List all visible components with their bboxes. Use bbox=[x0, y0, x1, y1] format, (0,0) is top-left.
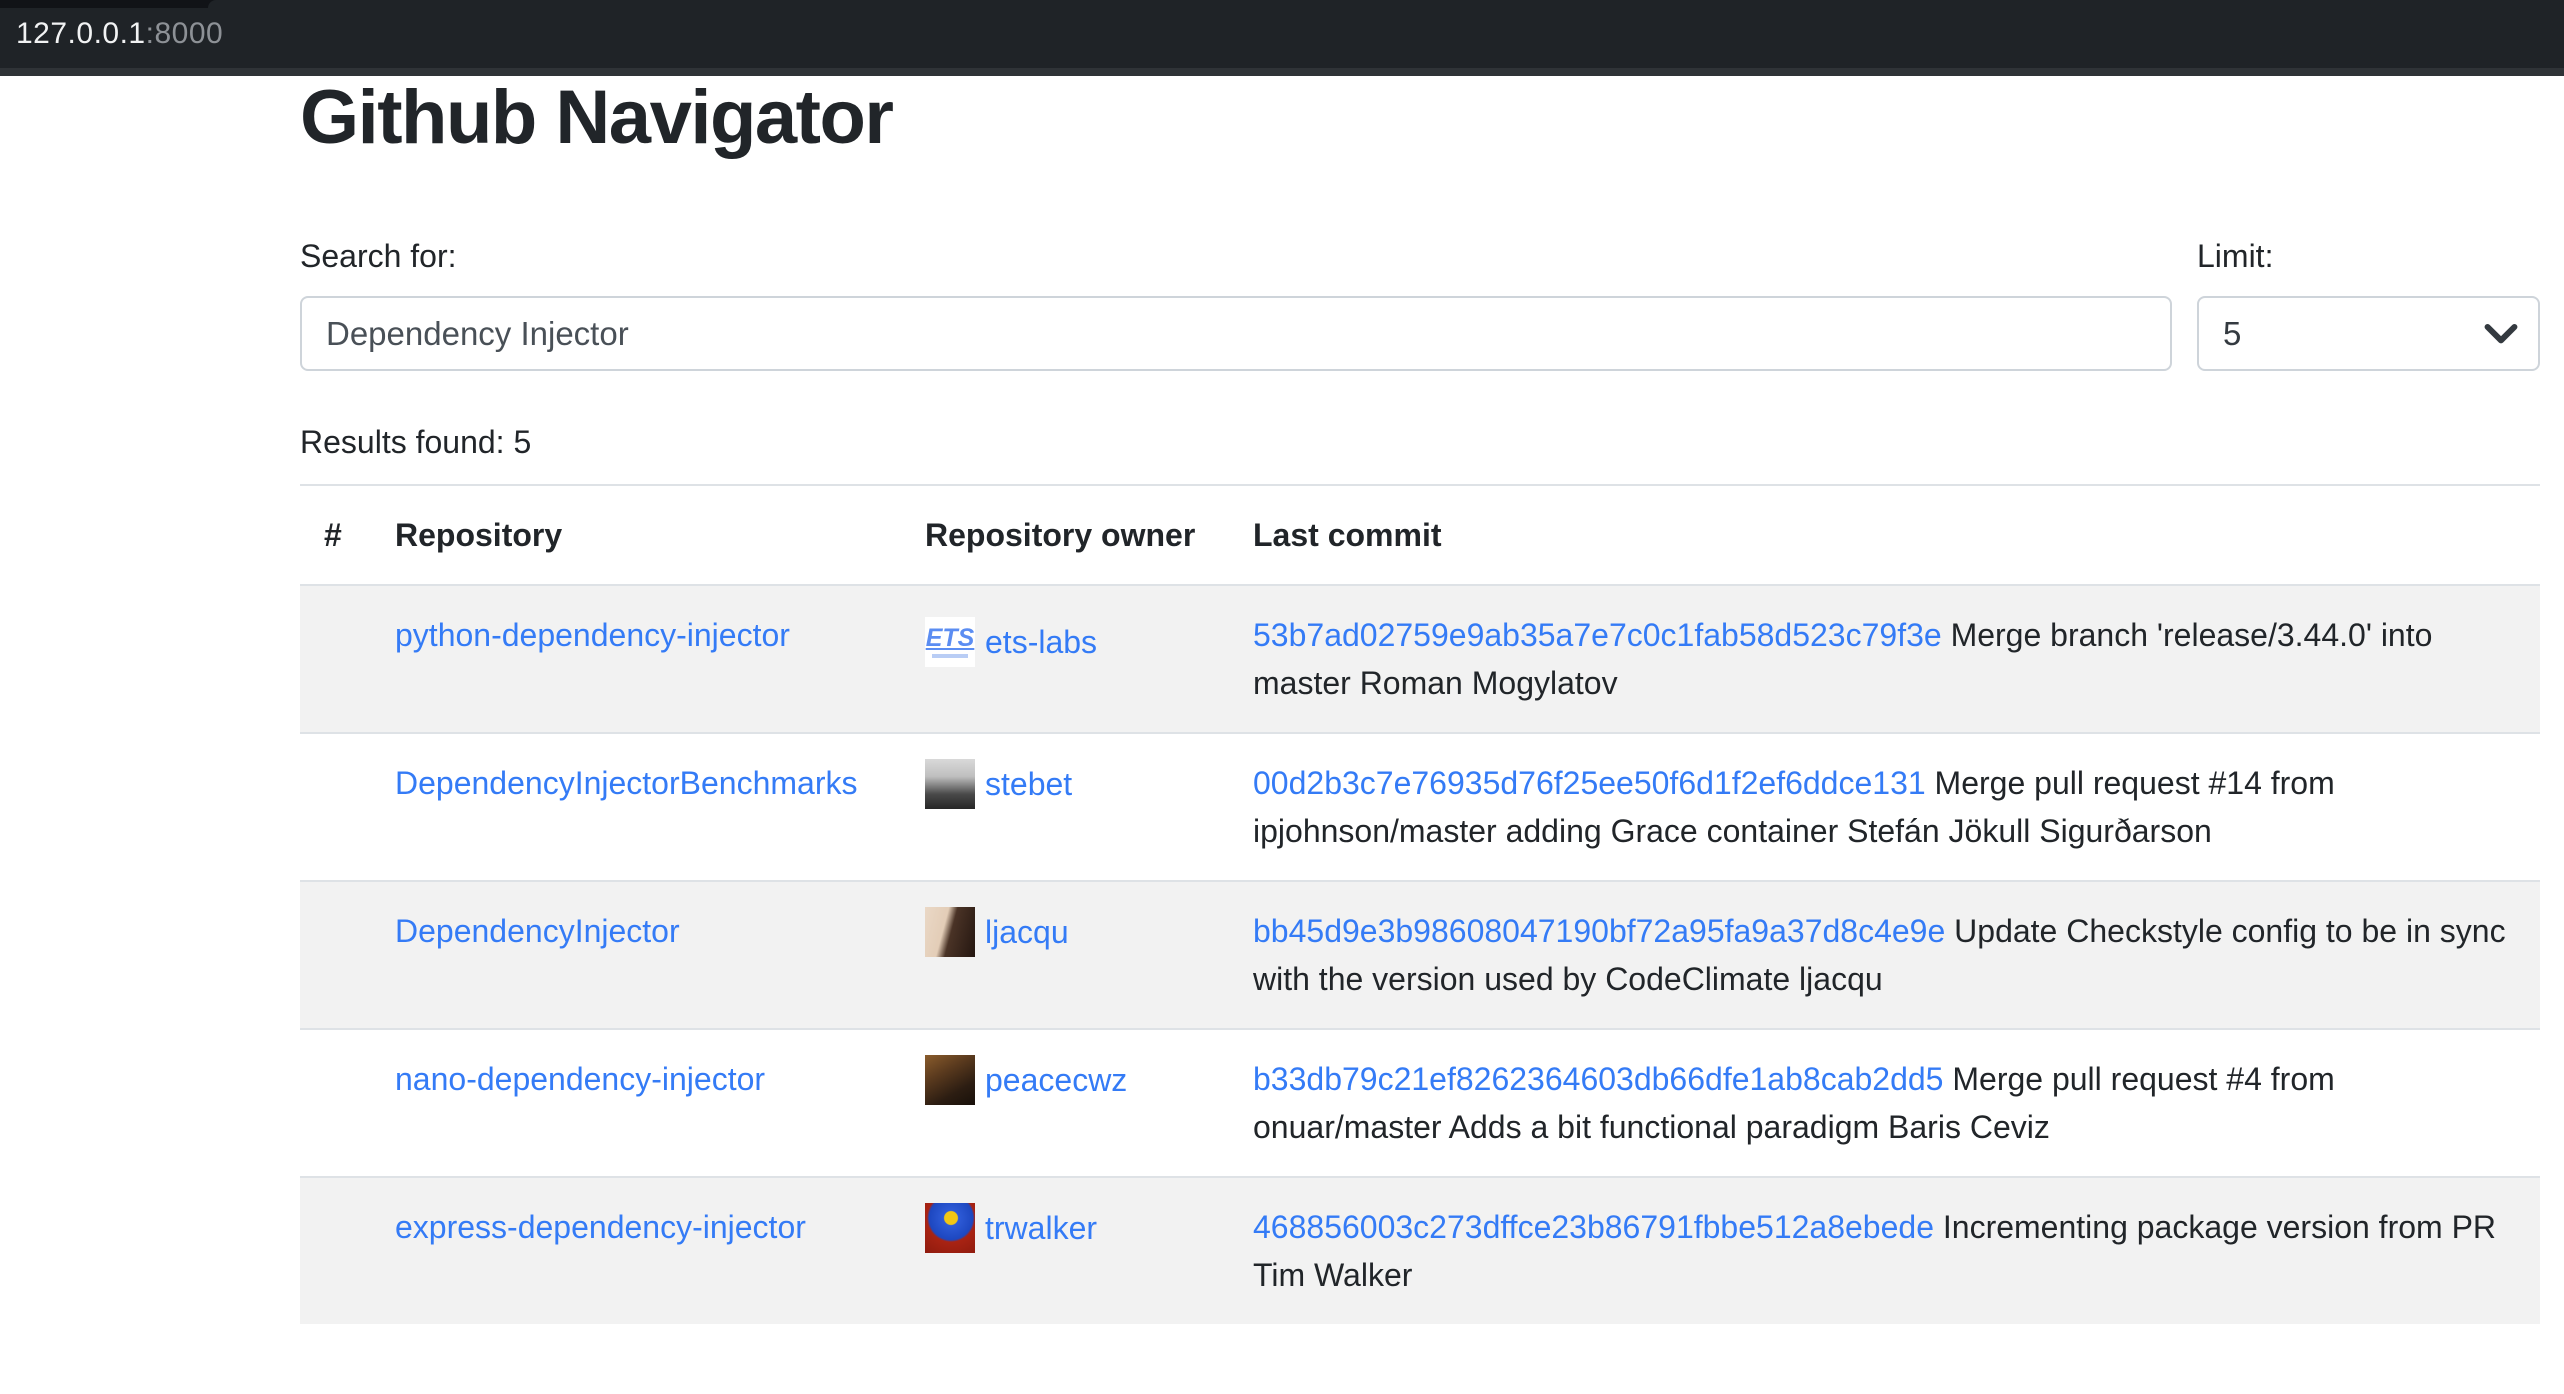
search-input[interactable] bbox=[300, 296, 2172, 371]
table-row: DependencyInjector ljacqu bb45d9e3b98608… bbox=[300, 881, 2540, 1029]
commit-hash-link[interactable]: b33db79c21ef8262364603db66dfe1ab8cab2dd5 bbox=[1253, 1061, 1943, 1097]
col-header-commit: Last commit bbox=[1229, 485, 2540, 585]
table-row: nano-dependency-injector peacecwz b33db7… bbox=[300, 1029, 2540, 1177]
owner-name: ets-labs bbox=[985, 618, 1097, 666]
col-header-num: # bbox=[300, 485, 371, 585]
limit-select-wrap: 5 bbox=[2197, 296, 2540, 371]
owner-link[interactable]: stebet bbox=[925, 759, 1072, 809]
limit-label: Limit: bbox=[2197, 238, 2273, 275]
owner-link[interactable]: peacecwz bbox=[925, 1055, 1127, 1105]
address-bar[interactable]: 127.0.0.1:8000 bbox=[16, 0, 223, 68]
repo-link[interactable]: DependencyInjectorBenchmarks bbox=[395, 765, 857, 801]
table-row: express-dependency-injector trwalker 468… bbox=[300, 1177, 2540, 1324]
commit-hash-link[interactable]: 468856003c273dffce23b86791fbbe512a8ebede bbox=[1253, 1209, 1934, 1245]
owner-avatar[interactable] bbox=[925, 1055, 975, 1105]
ets-logo-subtext bbox=[932, 654, 968, 658]
url-port: :8000 bbox=[146, 17, 224, 51]
browser-url-bar: 127.0.0.1:8000 bbox=[0, 0, 2564, 76]
browser-window: 127.0.0.1:8000 Github Navigator Search f… bbox=[0, 0, 2564, 1394]
repo-link[interactable]: nano-dependency-injector bbox=[395, 1061, 765, 1097]
results-count: Results found: 5 bbox=[300, 424, 531, 461]
row-num bbox=[300, 1029, 371, 1177]
table-row: DependencyInjectorBenchmarks stebet 00d2… bbox=[300, 733, 2540, 881]
owner-link[interactable]: trwalker bbox=[925, 1203, 1097, 1253]
repo-link[interactable]: DependencyInjector bbox=[395, 913, 680, 949]
ets-logo-text: ETS bbox=[926, 625, 975, 651]
col-header-repo: Repository bbox=[371, 485, 901, 585]
url-host: 127.0.0.1 bbox=[16, 17, 146, 51]
results-table: # Repository Repository owner Last commi… bbox=[300, 484, 2540, 1324]
row-num bbox=[300, 881, 371, 1029]
search-label: Search for: bbox=[300, 238, 457, 275]
page-title: Github Navigator bbox=[300, 74, 892, 161]
owner-link[interactable]: ljacqu bbox=[925, 907, 1069, 957]
owner-name: ljacqu bbox=[985, 908, 1069, 956]
owner-link[interactable]: ETS ets-labs bbox=[925, 617, 1097, 667]
repo-link[interactable]: python-dependency-injector bbox=[395, 617, 790, 653]
owner-name: peacecwz bbox=[985, 1056, 1127, 1104]
owner-name: stebet bbox=[985, 760, 1072, 808]
results-table-wrap: # Repository Repository owner Last commi… bbox=[300, 484, 2540, 1324]
col-header-owner: Repository owner bbox=[901, 485, 1229, 585]
owner-avatar[interactable]: ETS bbox=[925, 617, 975, 667]
row-num bbox=[300, 733, 371, 881]
limit-select[interactable]: 5 bbox=[2197, 296, 2540, 371]
owner-avatar[interactable] bbox=[925, 759, 975, 809]
row-num bbox=[300, 1177, 371, 1324]
owner-name: trwalker bbox=[985, 1204, 1097, 1252]
row-num bbox=[300, 585, 371, 733]
commit-hash-link[interactable]: bb45d9e3b98608047190bf72a95fa9a37d8c4e9e bbox=[1253, 913, 1945, 949]
owner-avatar[interactable] bbox=[925, 907, 975, 957]
commit-hash-link[interactable]: 00d2b3c7e76935d76f25ee50f6d1f2ef6ddce131 bbox=[1253, 765, 1926, 801]
commit-hash-link[interactable]: 53b7ad02759e9ab35a7e7c0c1fab58d523c79f3e bbox=[1253, 617, 1942, 653]
repo-link[interactable]: express-dependency-injector bbox=[395, 1209, 806, 1245]
owner-avatar[interactable] bbox=[925, 1203, 975, 1253]
table-header-row: # Repository Repository owner Last commi… bbox=[300, 485, 2540, 585]
table-row: python-dependency-injector ETS ets-labs … bbox=[300, 585, 2540, 733]
